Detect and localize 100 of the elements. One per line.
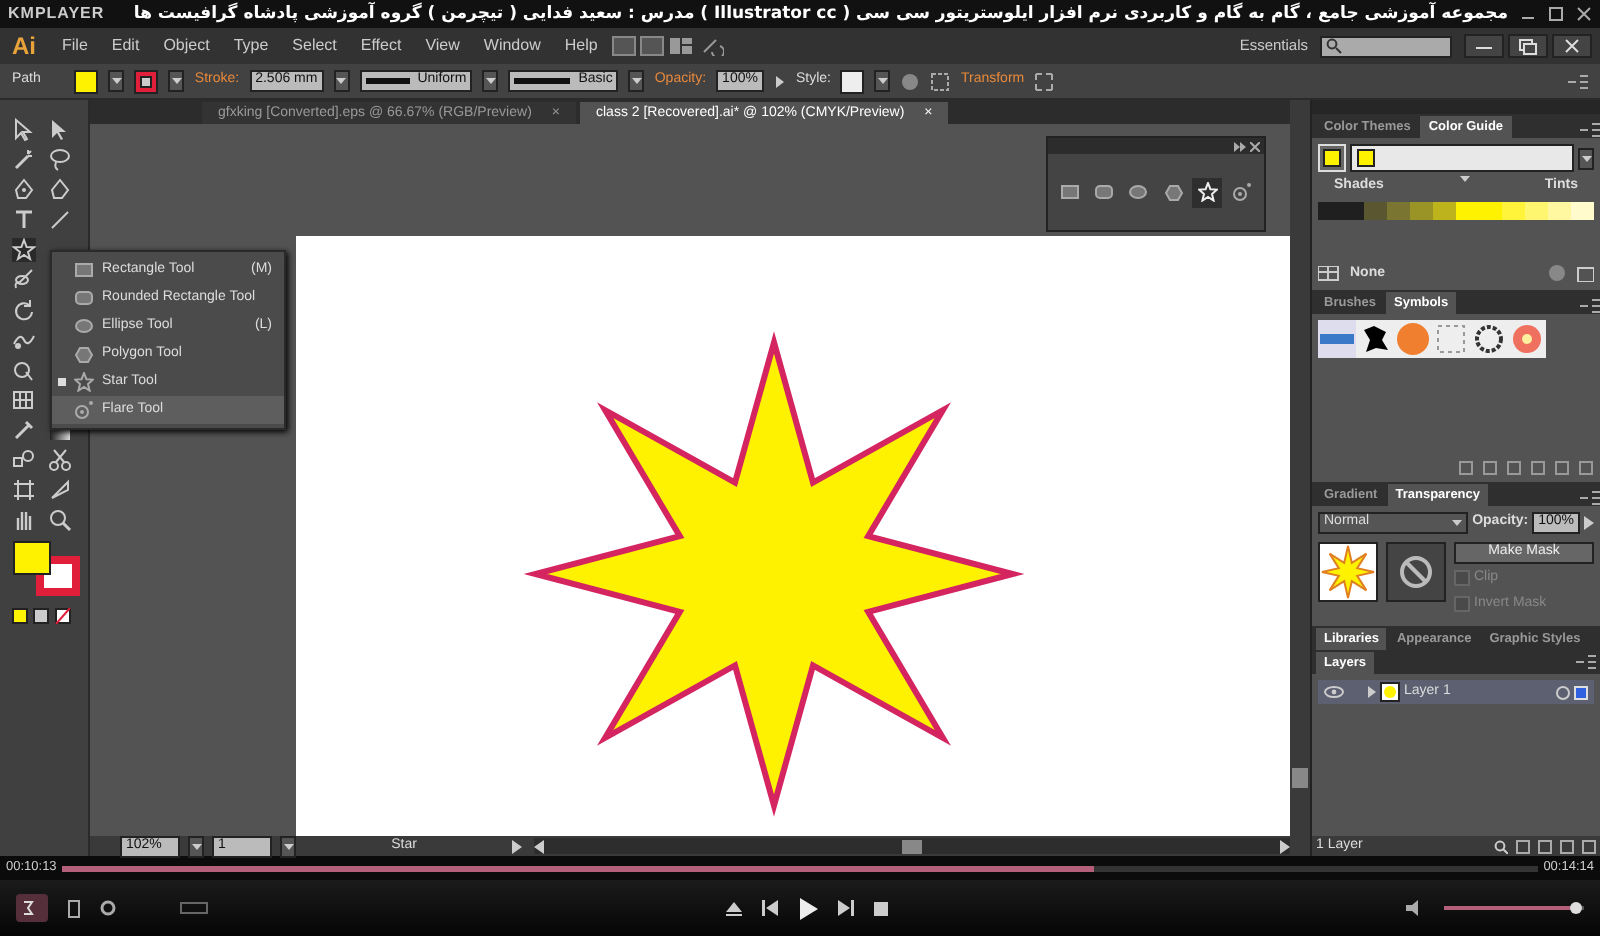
ellipse-icon[interactable] (74, 318, 94, 334)
options-icon[interactable] (1530, 460, 1546, 476)
pip-icon[interactable] (180, 902, 208, 914)
play-icon[interactable] (798, 897, 818, 919)
dropdown-button[interactable] (333, 70, 350, 92)
type-icon[interactable] (12, 208, 36, 232)
no-mask-icon[interactable] (1386, 542, 1446, 602)
style-swatch[interactable] (840, 69, 865, 93)
menu-item[interactable]: Window (473, 34, 551, 58)
restore-button[interactable] (1508, 34, 1548, 58)
panel-menu-icon[interactable] (1580, 122, 1600, 138)
previous-icon[interactable] (762, 900, 778, 916)
dropdown-button[interactable] (482, 70, 499, 92)
checkbox[interactable] (1454, 570, 1470, 587)
place-icon[interactable] (1482, 460, 1498, 476)
fill-stroke-swatches[interactable] (12, 540, 80, 596)
bridge-icon[interactable] (611, 36, 636, 56)
blend-icon[interactable] (12, 448, 36, 472)
menu-item[interactable]: Type (223, 34, 279, 58)
collapse-icon[interactable] (1234, 141, 1246, 151)
target-icon[interactable] (1556, 685, 1570, 699)
globe-icon[interactable] (900, 71, 921, 91)
ellipse-icon[interactable] (1128, 184, 1149, 200)
minimize-button[interactable] (1464, 34, 1504, 58)
hand-icon[interactable] (12, 508, 36, 532)
panel-menu-icon[interactable] (1580, 490, 1600, 506)
horizontal-scrollbar[interactable] (534, 838, 1290, 854)
layout-icon[interactable] (667, 36, 696, 56)
polygon-icon[interactable] (74, 345, 94, 363)
checkbox[interactable] (1454, 595, 1470, 612)
eyedropper-icon[interactable] (12, 418, 36, 442)
dropdown-button[interactable] (1578, 147, 1594, 169)
stroke-swatch[interactable] (134, 69, 159, 93)
scroll-thumb[interactable] (902, 839, 922, 853)
stock-icon[interactable] (639, 36, 664, 56)
rotate-icon[interactable] (12, 298, 36, 322)
align-icon[interactable] (930, 71, 951, 91)
dropdown-button[interactable] (108, 70, 125, 92)
caret-icon[interactable] (1459, 176, 1470, 182)
menu-item[interactable]: File (52, 34, 98, 58)
vertical-scrollbar[interactable] (1290, 100, 1310, 856)
lasso-icon[interactable] (48, 148, 72, 172)
pen-icon[interactable] (12, 178, 36, 202)
expand-arrow-icon[interactable] (1368, 686, 1376, 698)
menu-item[interactable]: Object (153, 34, 220, 58)
new-symbol-icon[interactable] (1554, 460, 1570, 476)
dropdown-button[interactable] (280, 835, 296, 857)
star-icon[interactable] (12, 238, 36, 262)
delete-icon[interactable] (1578, 460, 1594, 476)
rectangle-icon[interactable] (74, 262, 94, 278)
save-group-icon[interactable] (1574, 264, 1594, 283)
seek-bar[interactable] (62, 865, 1538, 871)
harmony-bar[interactable] (1350, 144, 1574, 172)
grid-icon[interactable] (12, 388, 36, 412)
paintbrush-icon[interactable] (12, 268, 36, 292)
panel-menu-icon[interactable] (1568, 73, 1588, 89)
zoom-icon[interactable] (48, 508, 72, 532)
rounded-rectangle-icon[interactable] (1093, 184, 1114, 200)
3d-logo-icon[interactable] (16, 894, 48, 922)
dropdown-button[interactable] (628, 70, 645, 92)
rounded-rectangle-icon[interactable] (74, 290, 94, 306)
isolate-icon[interactable] (1034, 71, 1055, 91)
stop-icon[interactable] (874, 901, 888, 915)
arrow-left-icon[interactable] (534, 839, 544, 853)
pen-icon[interactable] (48, 178, 72, 202)
maximize-icon[interactable] (1548, 6, 1564, 22)
splatter-symbol[interactable] (1356, 320, 1394, 358)
menu-item[interactable]: Effect (350, 34, 412, 58)
search-icon[interactable] (1494, 839, 1508, 853)
dropdown-button[interactable] (874, 70, 891, 92)
color-mode-icons[interactable] (12, 608, 72, 624)
make-clip-icon[interactable] (1516, 839, 1530, 853)
close-icon[interactable] (1250, 141, 1260, 151)
volume-icon[interactable] (1406, 900, 1424, 916)
line-icon[interactable] (48, 208, 72, 232)
shape-builder-icon[interactable] (12, 358, 36, 382)
arrow-right-icon[interactable] (1584, 516, 1594, 530)
base-color-swatch[interactable] (1318, 144, 1346, 172)
artboard-icon[interactable] (12, 478, 36, 502)
scissors-icon[interactable] (48, 448, 72, 472)
eject-icon[interactable] (726, 900, 742, 916)
arrow-right-icon[interactable] (1280, 839, 1290, 853)
dropdown-button[interactable] (168, 70, 185, 92)
next-icon[interactable] (838, 900, 854, 916)
scroll-thumb[interactable] (1292, 768, 1308, 788)
new-sublayer-icon[interactable] (1538, 839, 1552, 853)
artwork-thumbnail[interactable] (1318, 542, 1378, 602)
eye-icon[interactable] (1324, 686, 1344, 698)
sync-icon[interactable] (699, 36, 724, 56)
hollow-arrow-icon[interactable] (12, 118, 36, 142)
menu-item[interactable]: View (415, 34, 470, 58)
close-button[interactable] (1552, 34, 1592, 58)
phone-icon[interactable] (68, 899, 80, 917)
panel-menu-icon[interactable] (1576, 654, 1596, 670)
rectangle-icon[interactable] (1059, 184, 1080, 200)
star-icon[interactable] (74, 372, 94, 392)
dropdown-button[interactable] (188, 835, 204, 857)
arrow-right-icon[interactable] (773, 73, 786, 89)
slice-icon[interactable] (48, 478, 72, 502)
color-variation-strip[interactable] (1318, 201, 1594, 219)
